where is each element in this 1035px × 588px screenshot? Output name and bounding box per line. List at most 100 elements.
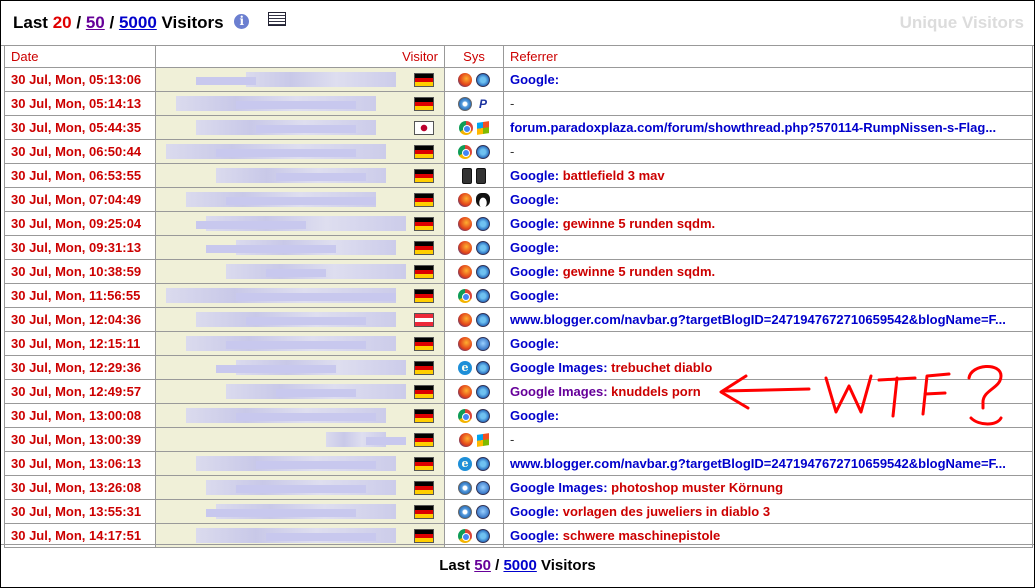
windows-os-icon	[476, 73, 490, 88]
column-header-visitor[interactable]: Visitor	[155, 46, 445, 68]
visitor-cell[interactable]	[155, 475, 445, 500]
windows-os-icon	[476, 409, 490, 424]
referrer-link[interactable]: www.blogger.com/navbar.g?targetBlogID=24…	[510, 312, 1006, 327]
visitor-cell[interactable]	[155, 499, 445, 524]
phone-browser-icon	[462, 167, 472, 184]
visitor-table: Date Visitor Sys Referrer 30 Jul, Mon, 0…	[4, 46, 1033, 548]
table-view-icon[interactable]	[268, 12, 287, 26]
visit-date: 30 Jul, Mon, 06:53:55	[4, 163, 156, 188]
system-cell	[444, 235, 504, 260]
referrer-cell: Google: gewinne 5 runden sqdm.	[503, 259, 1033, 284]
referrer-link[interactable]: Google:	[510, 192, 559, 207]
referrer-link[interactable]: www.blogger.com/navbar.g?targetBlogID=24…	[510, 456, 1006, 471]
referrer-link[interactable]: Google Images:	[510, 480, 608, 495]
referrer-link[interactable]: Google:	[510, 216, 559, 231]
referrer-link[interactable]: Google:	[510, 72, 559, 87]
visitor-cell[interactable]	[155, 211, 445, 236]
table-row: 30 Jul, Mon, 09:31:13 Google:	[4, 235, 1033, 260]
referrer-link[interactable]: Google:	[510, 504, 559, 519]
visitor-cell[interactable]	[155, 427, 445, 452]
visitor-cell[interactable]	[155, 379, 445, 404]
info-icon[interactable]: i	[234, 14, 250, 29]
country-flag-de-icon	[414, 289, 434, 303]
country-flag-de-icon	[414, 361, 434, 375]
country-flag-de-icon	[414, 433, 434, 447]
visitor-cell[interactable]	[155, 451, 445, 476]
redacted-host-blur	[256, 125, 356, 133]
title-separator: /	[76, 13, 82, 32]
column-header-date[interactable]: Date	[4, 46, 156, 68]
redacted-host-blur	[276, 173, 366, 181]
firefox-browser-icon	[458, 313, 472, 328]
system-cell	[444, 187, 504, 212]
referrer-link[interactable]: Google:	[510, 528, 559, 543]
table-row: 30 Jul, Mon, 12:04:36 www.blogger.com/nav…	[4, 307, 1033, 332]
referrer-cell: www.blogger.com/navbar.g?targetBlogID=24…	[503, 451, 1033, 476]
referrer-link[interactable]: Google:	[510, 168, 559, 183]
referrer-link[interactable]: Google:	[510, 408, 559, 423]
phone-os-icon	[476, 167, 486, 184]
referrer-link[interactable]: Google Images:	[510, 384, 608, 399]
last-50-link[interactable]: 50	[86, 13, 105, 32]
footer-last-5000-link[interactable]: 5000	[503, 557, 536, 574]
title-separator: /	[109, 13, 115, 32]
referrer-link: -	[510, 96, 515, 111]
system-cell	[444, 379, 504, 404]
annotation-letter-t	[877, 376, 917, 418]
system-cell	[444, 211, 504, 236]
visitor-cell[interactable]	[155, 355, 445, 380]
chrome-browser-icon	[459, 121, 473, 136]
visit-date: 30 Jul, Mon, 13:26:08	[4, 475, 156, 500]
last-5000-link[interactable]: 5000	[119, 13, 157, 32]
table-row: 30 Jul, Mon, 11:56:55 Google:	[4, 283, 1033, 308]
windows-os-icon	[476, 241, 490, 256]
visitor-cell[interactable]	[155, 115, 445, 140]
column-header-referrer[interactable]: Referrer	[503, 46, 1033, 68]
windows-os-icon	[476, 289, 490, 304]
visitor-cell[interactable]	[155, 235, 445, 260]
chrome-browser-icon	[458, 409, 472, 424]
country-flag-de-icon	[414, 337, 434, 351]
search-term: battlefield 3 mav	[562, 168, 665, 183]
table-row: 30 Jul, Mon, 05:14:13 P -	[4, 91, 1033, 116]
visitor-cell[interactable]	[155, 91, 445, 116]
footer-last-50-link[interactable]: 50	[474, 557, 491, 574]
referrer-link[interactable]: Google:	[510, 264, 559, 279]
country-flag-de-icon	[414, 145, 434, 159]
referrer-link[interactable]: forum.paradoxplaza.com/forum/showthread.…	[510, 120, 996, 135]
referrer-link[interactable]: Google Images:	[510, 360, 608, 375]
ie-browser-icon: e	[458, 361, 472, 376]
redacted-host-blur	[216, 149, 356, 157]
visitor-cell[interactable]	[155, 307, 445, 332]
visit-date: 30 Jul, Mon, 13:06:13	[4, 451, 156, 476]
referrer-link: -	[510, 144, 515, 159]
redacted-host-blur	[206, 509, 356, 517]
referrer-link[interactable]: Google:	[510, 288, 559, 303]
visitor-cell[interactable]	[155, 331, 445, 356]
table-row: 30 Jul, Mon, 07:04:49 Google:	[4, 187, 1033, 212]
table-row: 30 Jul, Mon, 05:13:06 Google:	[4, 67, 1033, 92]
visitor-cell[interactable]	[155, 139, 445, 164]
system-cell: e	[444, 355, 504, 380]
redacted-host-blur	[236, 101, 356, 109]
country-flag-de-icon	[414, 529, 434, 543]
playstation-os-icon: P	[478, 97, 487, 112]
visitor-cell[interactable]	[155, 283, 445, 308]
wtf-annotation	[719, 365, 1003, 426]
redacted-host-blur	[256, 461, 376, 469]
visitor-cell[interactable]	[155, 187, 445, 212]
search-term: schwere maschinepistole	[562, 528, 721, 543]
visitor-cell[interactable]	[155, 259, 445, 284]
redacted-host-blur	[206, 245, 336, 253]
system-cell	[444, 307, 504, 332]
referrer-link[interactable]: Google:	[510, 336, 559, 351]
column-header-sys[interactable]: Sys	[444, 46, 504, 68]
visitor-cell[interactable]	[155, 163, 445, 188]
country-flag-de-icon	[414, 97, 434, 111]
redacted-host-blur	[246, 72, 396, 87]
unique-visitors-link[interactable]: Unique Visitors	[900, 13, 1024, 33]
referrer-link[interactable]: Google:	[510, 240, 559, 255]
redacted-host-blur	[366, 437, 406, 445]
visitor-cell[interactable]	[155, 403, 445, 428]
visitor-cell[interactable]	[155, 67, 445, 92]
